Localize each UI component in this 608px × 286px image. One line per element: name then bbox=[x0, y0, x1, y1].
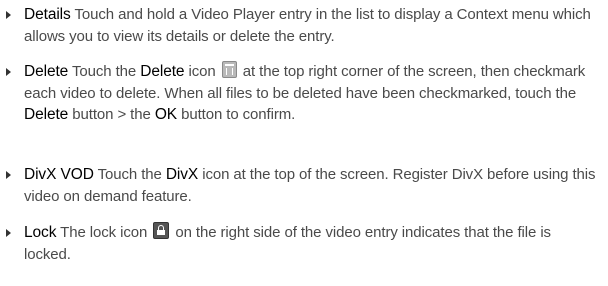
bullet-icon bbox=[6, 11, 11, 19]
list-item-divx-vod: DivX VOD Touch the DivX icon at the top … bbox=[0, 164, 600, 207]
text-run: The lock icon bbox=[56, 224, 152, 241]
text-run: Touch the bbox=[93, 166, 166, 183]
item-text: DivX VOD Touch the DivX icon at the top … bbox=[24, 164, 600, 207]
item-term: Lock bbox=[24, 224, 57, 241]
item-text: Lock The lock icon on the right side of … bbox=[24, 222, 600, 265]
trash-icon bbox=[221, 61, 237, 78]
lock-icon bbox=[153, 222, 170, 239]
list-item-lock: Lock The lock icon on the right side of … bbox=[0, 222, 600, 265]
divx-label: DivX bbox=[165, 166, 199, 183]
item-term: Details bbox=[24, 6, 71, 23]
bullet-icon bbox=[6, 171, 11, 179]
text-run: button > the bbox=[68, 106, 155, 123]
delete-button-label: Delete bbox=[24, 106, 69, 123]
manual-page: Details Touch and hold a Video Player en… bbox=[0, 0, 608, 286]
item-term: DivX VOD bbox=[24, 166, 94, 183]
bullet-icon bbox=[6, 229, 11, 237]
list-item-details: Details Touch and hold a Video Player en… bbox=[0, 4, 600, 47]
text-run: button to confirm. bbox=[177, 106, 296, 123]
ok-button-label: OK bbox=[154, 106, 178, 123]
item-description: Touch and hold a Video Player entry in t… bbox=[24, 6, 591, 45]
item-term: Delete bbox=[24, 63, 69, 80]
item-text: Details Touch and hold a Video Player en… bbox=[24, 4, 600, 47]
item-text: Delete Touch the Delete icon at the top … bbox=[24, 61, 600, 126]
bullet-icon bbox=[6, 68, 11, 76]
text-run: Touch the bbox=[68, 63, 141, 80]
list-item-delete: Delete Touch the Delete icon at the top … bbox=[0, 61, 600, 126]
delete-label: Delete bbox=[140, 63, 185, 80]
text-run: icon bbox=[184, 63, 220, 80]
